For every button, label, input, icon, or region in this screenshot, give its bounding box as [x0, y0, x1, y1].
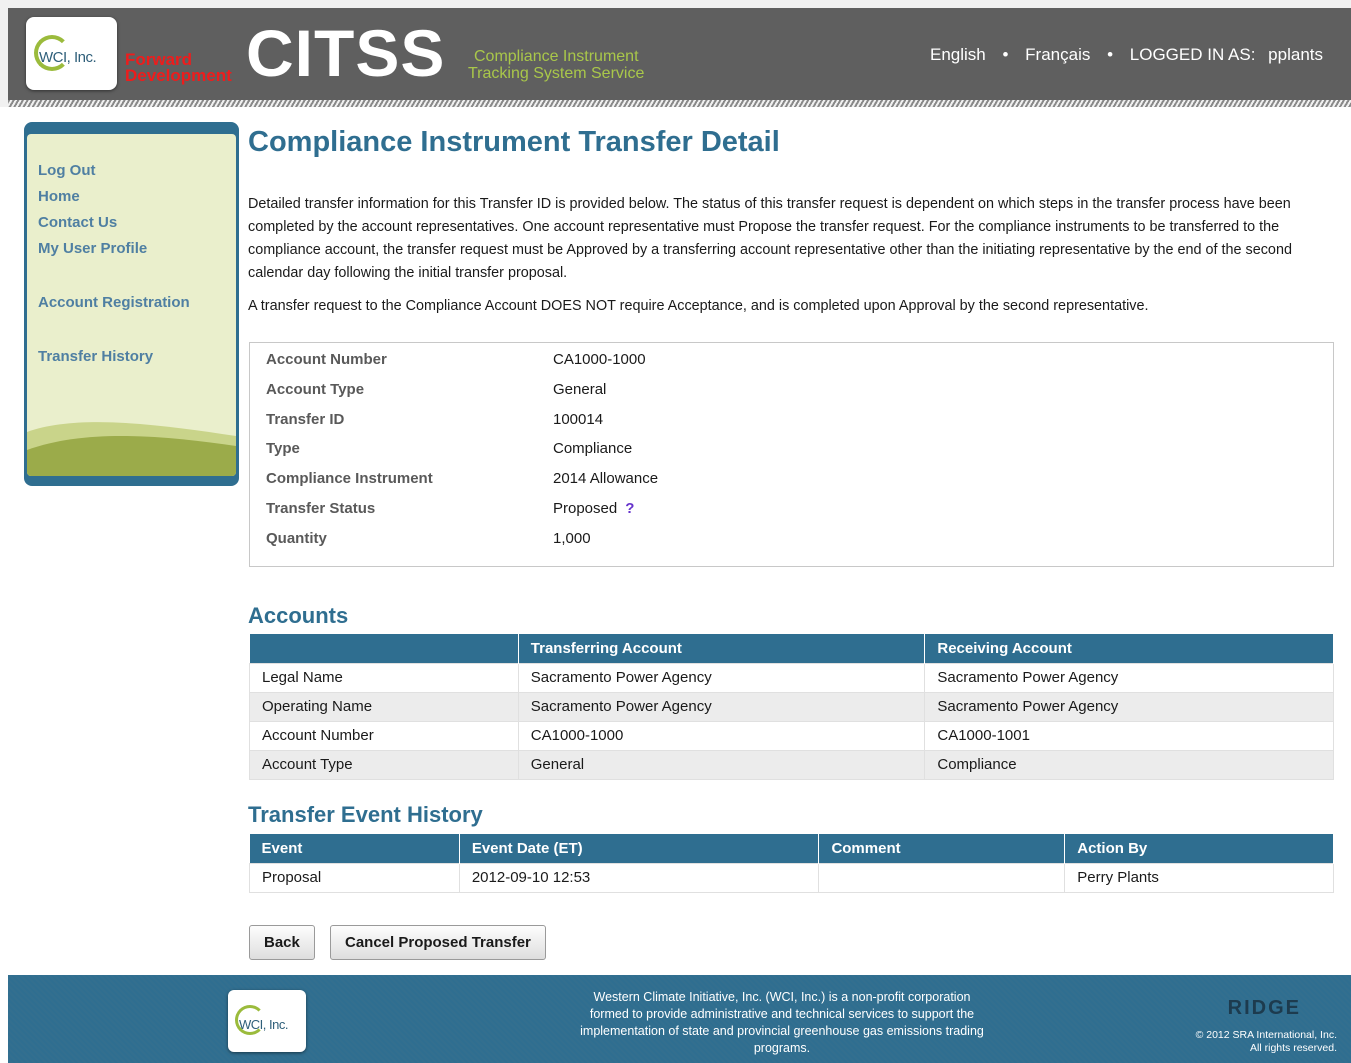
accounts-table: Transferring Account Receiving Account L…	[249, 634, 1334, 780]
detail-label: Type	[266, 440, 300, 457]
table-row: Account Type General Compliance	[249, 749, 1334, 780]
column-header	[249, 634, 519, 663]
logged-in-label: LOGGED IN AS:	[1129, 45, 1256, 64]
detail-value: 1,000	[553, 530, 591, 547]
detail-label: Account Type	[266, 381, 365, 398]
table-row: Legal Name Sacramento Power Agency Sacra…	[249, 662, 1334, 693]
table-cell: Sacramento Power Agency	[924, 691, 1334, 722]
copyright: © 2012 SRA International, Inc. All right…	[1196, 1029, 1337, 1055]
detail-label: Quantity	[266, 530, 327, 547]
separator: •	[1002, 45, 1009, 64]
detail-value: Compliance	[553, 440, 633, 457]
lang-english-link[interactable]: English	[930, 45, 986, 64]
username: pplants	[1268, 45, 1323, 64]
detail-label: Compliance Instrument	[266, 470, 433, 487]
history-section-title: Transfer Event History	[248, 802, 483, 827]
wci-logo[interactable]: WCI, Inc.	[26, 17, 117, 90]
sidebar-item-home[interactable]: Home	[38, 188, 80, 205]
app-name: CITSS	[246, 16, 446, 90]
table-cell: Compliance	[924, 749, 1334, 780]
sidebar-item-account-registration[interactable]: Account Registration	[38, 294, 190, 311]
column-header: Comment	[818, 834, 1066, 863]
top-links: English • Français • LOGGED IN AS: pplan…	[926, 45, 1327, 65]
detail-label: Account Number	[266, 351, 387, 368]
table-cell: Sacramento Power Agency	[924, 662, 1334, 693]
table-cell: Proposal	[249, 862, 460, 893]
page-footer: WCI, Inc. Western Climate Initiative, In…	[8, 975, 1351, 1063]
row-label: Account Type	[249, 749, 519, 780]
table-cell: 2012-09-10 12:53	[458, 862, 820, 893]
footer-wci-logo: WCI, Inc.	[228, 990, 306, 1052]
table-row: Operating Name Sacramento Power Agency S…	[249, 691, 1334, 722]
table-header-row: Event Event Date (ET) Comment Action By	[249, 834, 1334, 863]
sidebar-item-my-user-profile[interactable]: My User Profile	[38, 240, 147, 257]
page-title: Compliance Instrument Transfer Detail	[248, 126, 780, 158]
event-history-table: Event Event Date (ET) Comment Action By …	[249, 834, 1334, 893]
table-cell: CA1000-1000	[517, 720, 926, 751]
row-label: Legal Name	[249, 662, 519, 693]
intro-note: A transfer request to the Compliance Acc…	[248, 298, 1149, 314]
accounts-section-title: Accounts	[248, 603, 349, 628]
intro-text: Detailed transfer information for this T…	[248, 196, 1292, 281]
table-header-row: Transferring Account Receiving Account	[249, 634, 1334, 663]
sidebar: Log Out Home Contact Us My User Profile …	[24, 122, 239, 486]
table-cell: CA1000-1001	[924, 720, 1334, 751]
row-label: Account Number	[249, 720, 519, 751]
detail-value: CA1000-1000	[553, 351, 646, 368]
detail-label: Transfer Status	[266, 500, 376, 517]
table-row: Proposal 2012-09-10 12:53 Perry Plants	[249, 862, 1334, 893]
wci-logo-text: WCI, Inc.	[39, 49, 97, 66]
detail-label: Transfer ID	[266, 411, 345, 428]
column-header: Event Date (ET)	[459, 834, 820, 863]
column-header: Event	[249, 834, 460, 863]
footer-description: Western Climate Initiative, Inc. (WCI, I…	[580, 990, 984, 1055]
detail-value: 2014 Allowance	[553, 470, 659, 487]
lang-french-link[interactable]: Français	[1025, 45, 1090, 64]
sidebar-wave-decoration	[27, 422, 236, 476]
tagline-line-1: Compliance Instrument	[474, 48, 639, 65]
help-icon[interactable]: ?	[625, 500, 634, 517]
back-button[interactable]: Back	[249, 925, 315, 960]
header-divider	[8, 100, 1351, 107]
transfer-details-box: Account Number CA1000-1000 Account Type …	[249, 342, 1334, 567]
tagline-line-2: Tracking System Service	[468, 65, 645, 82]
app-tagline: Compliance Instrument Tracking System Se…	[468, 48, 644, 82]
detail-value: General	[553, 381, 607, 398]
separator: •	[1107, 45, 1114, 64]
copyright-line-1: © 2012 SRA International, Inc.	[1195, 1029, 1337, 1041]
sidebar-item-transfer-history[interactable]: Transfer History	[38, 348, 153, 365]
column-header: Transferring Account	[518, 634, 926, 663]
table-cell: Sacramento Power Agency	[517, 691, 926, 722]
detail-value: Proposed?	[553, 500, 1053, 517]
detail-value: 100014	[553, 411, 604, 428]
sidebar-item-log-out[interactable]: Log Out	[38, 162, 95, 179]
table-row: Account Number CA1000-1000 CA1000-1001	[249, 720, 1334, 751]
table-cell	[818, 862, 1066, 893]
column-header: Receiving Account	[924, 634, 1334, 663]
row-label: Operating Name	[249, 691, 519, 722]
cancel-proposed-transfer-button[interactable]: Cancel Proposed Transfer	[330, 925, 546, 960]
copyright-line-2: All rights reserved.	[1250, 1042, 1337, 1054]
table-cell: General	[517, 749, 926, 780]
page-header: WCI, Inc. Forward Development CITSS Comp…	[0, 0, 1351, 107]
sidebar-panel: Log Out Home Contact Us My User Profile …	[27, 134, 236, 476]
environment-line-2: Development	[125, 66, 232, 85]
footer-logo-text: WCI, Inc.	[239, 1017, 288, 1032]
table-cell: Sacramento Power Agency	[517, 662, 926, 693]
vendor-logo: RIDGE	[1227, 997, 1301, 1019]
column-header: Action By	[1064, 834, 1334, 863]
environment-label: Forward Development	[125, 51, 232, 85]
table-cell: Perry Plants	[1064, 862, 1334, 893]
sidebar-item-contact-us[interactable]: Contact Us	[38, 214, 117, 231]
transfer-status-value: Proposed	[553, 500, 618, 517]
